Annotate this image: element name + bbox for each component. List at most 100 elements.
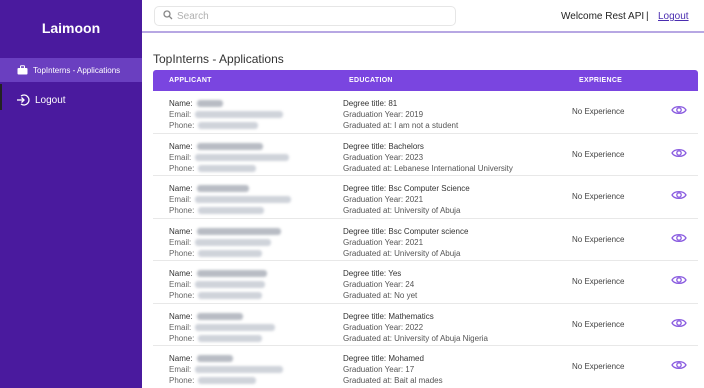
- applicant-cell: Name: Email: Phone:: [169, 98, 284, 131]
- redacted-email: [195, 366, 284, 374]
- name-label: Name:: [169, 226, 193, 236]
- redacted-email: [195, 153, 290, 161]
- degree-title: Degree title: Bachelors: [343, 141, 424, 151]
- sidebar: Laimoon TopInterns - Applications Logout: [0, 0, 142, 388]
- table-row: Name: Email: Phone: Degree title: Bsc Co…: [153, 176, 698, 219]
- graduated-at: Graduated at: Bait al mades: [343, 376, 443, 385]
- table-row: Name: Email: Phone: Degree title: Bsc Co…: [153, 219, 698, 261]
- name-label: Name:: [169, 311, 193, 321]
- email-label: Email:: [169, 152, 192, 162]
- eye-icon[interactable]: [671, 232, 687, 244]
- degree-title: Degree title: Mohamed: [343, 354, 424, 363]
- email-label: Email:: [169, 237, 192, 247]
- sidebar-item-logout[interactable]: Logout: [0, 88, 142, 112]
- education-cell: Degree title: Bsc Computer science Gradu…: [343, 226, 468, 259]
- redacted-email: [195, 111, 284, 119]
- briefcase-icon: [16, 64, 28, 76]
- experience-cell: No Experience: [572, 192, 625, 201]
- eye-icon[interactable]: [671, 104, 687, 116]
- education-cell: Degree title: Mohamed Graduation Year: 1…: [343, 353, 443, 386]
- email-label: Email:: [169, 110, 192, 119]
- phone-label: Phone:: [169, 206, 195, 215]
- email-label: Email:: [169, 195, 192, 204]
- applications-table: APPLICANT EDUCATION EXPRIENCE Name: Emai…: [153, 70, 698, 388]
- sidebar-item-applications[interactable]: TopInterns - Applications: [0, 58, 142, 82]
- degree-title: Degree title: 81: [343, 99, 398, 108]
- experience-cell: No Experience: [572, 107, 625, 116]
- email-label: Email:: [169, 365, 192, 374]
- applicant-cell: Name: Email: Phone:: [169, 311, 276, 344]
- applicant-cell: Name: Email: Phone:: [169, 183, 292, 216]
- education-cell: Degree title: 81 Graduation Year: 2019 G…: [343, 98, 458, 131]
- search-box[interactable]: [154, 6, 456, 26]
- graduated-at: Graduated at: No yet: [343, 291, 418, 300]
- redacted-name: [196, 312, 243, 320]
- redacted-email: [195, 196, 292, 204]
- eye-icon[interactable]: [671, 147, 687, 159]
- eye-icon[interactable]: [671, 189, 687, 201]
- degree-title: Degree title: Yes: [343, 269, 402, 278]
- table-row: Name: Email: Phone: Degree title: Yes Gr…: [153, 261, 698, 304]
- table-row: Name: Email: Phone: Degree title: Mohame…: [153, 346, 698, 388]
- phone-label: Phone:: [169, 376, 195, 385]
- graduation-year: Graduation Year: 17: [343, 365, 415, 374]
- graduation-year: Graduation Year: 2022: [343, 322, 424, 332]
- redacted-name: [196, 270, 267, 278]
- eye-icon[interactable]: [671, 274, 687, 286]
- phone-label: Phone:: [169, 163, 195, 173]
- degree-title: Degree title: Bsc Computer science: [343, 226, 469, 236]
- graduation-year: Graduation Year: 24: [343, 280, 415, 289]
- graduated-at: Graduated at: Lebanese International Uni…: [343, 163, 513, 173]
- applicant-cell: Name: Email: Phone:: [169, 268, 267, 301]
- name-label: Name:: [169, 99, 193, 108]
- redacted-phone: [198, 207, 265, 215]
- name-label: Name:: [169, 141, 193, 151]
- sidebar-item-label: TopInterns - Applications: [33, 65, 121, 75]
- graduated-at: Graduated at: University of Abuja: [343, 206, 461, 215]
- search-input[interactable]: [177, 10, 437, 22]
- redacted-phone: [198, 249, 263, 257]
- graduated-at: Graduated at: I am not a student: [343, 121, 459, 130]
- logout-link[interactable]: Logout: [658, 11, 689, 22]
- degree-title: Degree title: Mathematics: [343, 311, 434, 321]
- education-cell: Degree title: Bsc Computer Science Gradu…: [343, 183, 470, 216]
- redacted-email: [195, 281, 266, 289]
- experience-cell: No Experience: [572, 319, 625, 329]
- redacted-phone: [198, 292, 263, 300]
- table-row: Name: Email: Phone: Degree title: 81 Gra…: [153, 91, 698, 134]
- graduation-year: Graduation Year: 2021: [343, 195, 424, 204]
- redacted-phone: [198, 377, 257, 385]
- phone-label: Phone:: [169, 121, 195, 130]
- experience-cell: No Experience: [572, 149, 625, 159]
- redacted-phone: [198, 122, 259, 130]
- name-label: Name:: [169, 269, 193, 278]
- column-header-applicant: APPLICANT: [169, 77, 212, 84]
- redacted-name: [196, 227, 281, 235]
- column-header-experience: EXPRIENCE: [579, 77, 623, 84]
- experience-cell: No Experience: [572, 362, 625, 371]
- logout-icon: [16, 93, 30, 107]
- graduation-year: Graduation Year: 2021: [343, 237, 424, 247]
- page-title: TopInterns - Applications: [153, 52, 284, 66]
- redacted-phone: [198, 164, 257, 172]
- education-cell: Degree title: Yes Graduation Year: 24 Gr…: [343, 268, 417, 301]
- redacted-phone: [198, 334, 263, 342]
- welcome-text: Welcome Rest API: [561, 11, 645, 22]
- degree-title: Degree title: Bsc Computer Science: [343, 184, 470, 193]
- name-label: Name:: [169, 184, 193, 193]
- table-row: Name: Email: Phone: Degree title: Mathem…: [153, 304, 698, 346]
- app-logo: Laimoon: [41, 20, 101, 36]
- education-cell: Degree title: Bachelors Graduation Year:…: [343, 141, 513, 174]
- email-label: Email:: [169, 322, 192, 332]
- redacted-email: [195, 323, 276, 331]
- name-label: Name:: [169, 354, 193, 363]
- graduated-at: Graduated at: University of Abuja Nigeri…: [343, 333, 488, 343]
- phone-label: Phone:: [169, 291, 195, 300]
- eye-icon[interactable]: [671, 317, 687, 329]
- education-cell: Degree title: Mathematics Graduation Yea…: [343, 311, 488, 344]
- applicant-cell: Name: Email: Phone:: [169, 226, 281, 259]
- eye-icon[interactable]: [671, 359, 687, 371]
- column-header-education: EDUCATION: [349, 77, 393, 84]
- redacted-name: [196, 100, 223, 108]
- applicant-cell: Name: Email: Phone:: [169, 141, 290, 174]
